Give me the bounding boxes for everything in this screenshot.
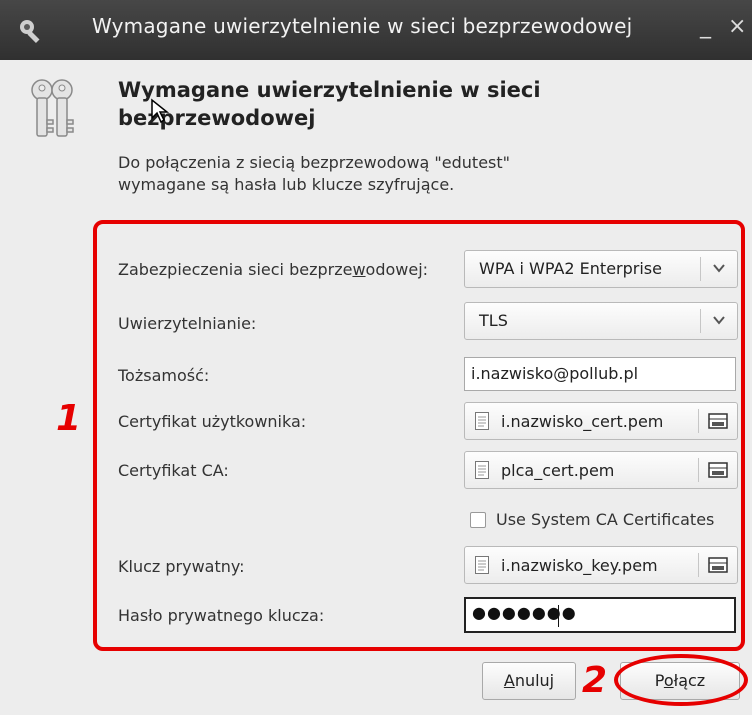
cancel-button-mnemonic: A <box>503 671 515 690</box>
auth-label: Uwierzytelnianie: <box>118 314 257 333</box>
window-title: Wymagane uwierzytelnienie w sieci bezprz… <box>92 14 633 38</box>
auth-combo-value: TLS <box>479 311 508 330</box>
security-label: Zabezpieczenia sieci bezprzewodowej: <box>118 260 428 279</box>
ca-cert-label: Certyfikat CA: <box>118 461 229 480</box>
cancel-button[interactable]: Anuluj <box>482 662 576 700</box>
security-combo-value: WPA i WPA2 Enterprise <box>479 259 662 278</box>
dialog-heading: Wymagane uwierzytelnienie w sieci bezprz… <box>118 76 578 132</box>
annotation-1: 1 <box>56 398 82 439</box>
document-icon <box>475 556 489 574</box>
heading-line-2: bezprzewodowej <box>118 106 316 130</box>
keys-icon <box>31 79 74 137</box>
private-key-label: Klucz prywatny: <box>118 557 245 576</box>
ca-cert-file-name: plca_cert.pem <box>501 461 615 480</box>
document-icon <box>475 412 489 430</box>
chevron-down-icon <box>713 264 725 273</box>
auth-combo[interactable]: TLS <box>464 302 738 340</box>
folder-open-icon <box>708 557 728 573</box>
use-system-ca-checkbox[interactable] <box>470 512 486 528</box>
file-chooser-separator <box>698 553 699 577</box>
private-key-file-chooser[interactable]: i.nazwisko_key.pem <box>464 546 738 584</box>
ca-cert-file-chooser[interactable]: plca_cert.pem <box>464 451 738 489</box>
text-caret <box>558 605 559 627</box>
document-icon <box>475 461 489 479</box>
mouse-pointer-icon <box>151 98 170 124</box>
file-chooser-separator <box>698 409 699 433</box>
dialog-description: Do połączenia z siecią bezprzewodową "ed… <box>118 152 638 196</box>
security-label-mnemonic: w <box>352 260 366 279</box>
title-bar[interactable]: Wymagane uwierzytelnienie w sieci bezprz… <box>0 0 752 60</box>
user-cert-file-chooser[interactable]: i.nazwisko_cert.pem <box>464 402 738 440</box>
annotation-2: 2 <box>582 660 608 701</box>
user-cert-label: Certyfikat użytkownika: <box>118 412 307 431</box>
description-line-2: wymagane są hasła lub klucze szyfrujące. <box>118 175 455 194</box>
folder-open-icon <box>708 462 728 478</box>
highlight-ellipse-connect <box>614 654 748 706</box>
folder-open-icon <box>708 413 728 429</box>
security-label-part-2: odowej: <box>365 260 429 279</box>
heading-line-1: Wymagane uwierzytelnienie w sieci <box>118 78 541 102</box>
security-label-part-1: Zabezpieczenia sieci bezprze <box>118 260 353 279</box>
identity-label: Tożsamość: <box>118 366 210 385</box>
user-cert-file-name: i.nazwisko_cert.pem <box>501 412 664 431</box>
identity-input-value: i.nazwisko@pollub.pl <box>471 364 639 383</box>
cancel-button-label: nuluj <box>514 671 555 690</box>
private-key-file-name: i.nazwisko_key.pem <box>501 556 658 575</box>
security-combo[interactable]: WPA i WPA2 Enterprise <box>464 250 738 288</box>
minimize-button[interactable]: _ <box>700 14 711 39</box>
private-key-password-value: ●●●●●●● <box>472 603 577 622</box>
key-search-icon <box>20 20 40 44</box>
private-key-password-label: Hasło prywatnego klucza: <box>118 606 325 625</box>
chevron-down-icon <box>713 316 725 325</box>
identity-input[interactable]: i.nazwisko@pollub.pl <box>464 357 736 391</box>
close-button[interactable]: × <box>728 14 746 39</box>
use-system-ca-label[interactable]: Use System CA Certificates <box>496 510 714 529</box>
private-key-password-input[interactable]: ●●●●●●● <box>464 597 736 633</box>
file-chooser-separator <box>698 458 699 482</box>
combo-separator <box>700 257 701 281</box>
combo-separator <box>700 309 701 333</box>
auth-dialog-window: Wymagane uwierzytelnienie w sieci bezprz… <box>0 0 752 715</box>
description-line-1: Do połączenia z siecią bezprzewodową "ed… <box>118 153 511 172</box>
